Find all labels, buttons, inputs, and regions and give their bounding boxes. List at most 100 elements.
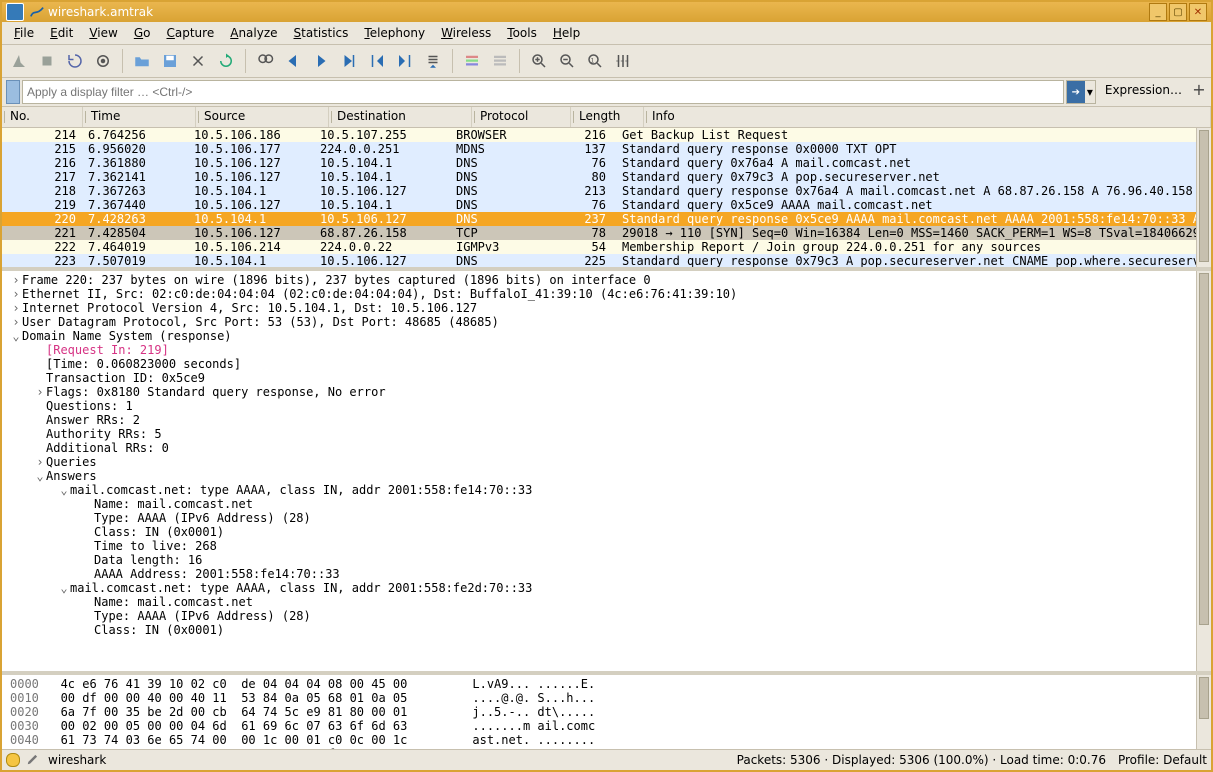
detail-line[interactable]: Class: IN (0x0001) [6, 623, 1211, 637]
menu-edit[interactable]: Edit [42, 24, 81, 42]
save-file-icon[interactable] [157, 48, 183, 74]
detail-line[interactable]: Data length: 16 [6, 553, 1211, 567]
menu-statistics[interactable]: Statistics [286, 24, 357, 42]
minimize-button[interactable]: _ [1149, 3, 1167, 21]
close-file-icon[interactable] [185, 48, 211, 74]
packet-row[interactable]: 2187.36726310.5.104.110.5.106.127DNS213S… [2, 184, 1211, 198]
detail-line[interactable]: AAAA Address: 2001:558:fe14:70::33 [6, 567, 1211, 581]
restore-icon[interactable] [6, 3, 24, 21]
detail-line[interactable]: Answer RRs: 2 [6, 413, 1211, 427]
disclosure-icon[interactable]: › [10, 301, 22, 315]
zoom-in-icon[interactable] [526, 48, 552, 74]
detail-line[interactable]: Time to live: 268 [6, 539, 1211, 553]
shark-fin-icon[interactable] [6, 48, 32, 74]
disclosure-icon[interactable]: › [34, 385, 46, 399]
add-filter-button[interactable]: + [1191, 80, 1207, 104]
detail-line[interactable]: ›Flags: 0x8180 Standard query response, … [6, 385, 1211, 399]
menu-wireless[interactable]: Wireless [433, 24, 499, 42]
packet-row[interactable]: 2227.46401910.5.106.214224.0.0.22IGMPv35… [2, 240, 1211, 254]
detail-line[interactable]: ›Internet Protocol Version 4, Src: 10.5.… [6, 301, 1211, 315]
hex-line[interactable]: 0010 00 df 00 00 40 00 40 11 53 84 0a 05… [10, 691, 1203, 705]
find-packet-icon[interactable] [252, 48, 278, 74]
colorize-icon[interactable] [459, 48, 485, 74]
details-scrollbar[interactable] [1196, 271, 1211, 671]
col-header-protocol[interactable]: Protocol [472, 107, 571, 127]
hex-line[interactable]: 0040 61 73 74 03 6e 65 74 00 00 1c 00 01… [10, 733, 1203, 747]
go-to-packet-icon[interactable] [336, 48, 362, 74]
detail-line[interactable]: ›User Datagram Protocol, Src Port: 53 (5… [6, 315, 1211, 329]
detail-line[interactable]: ⌄mail.comcast.net: type AAAA, class IN, … [6, 581, 1211, 595]
go-forward-icon[interactable] [308, 48, 334, 74]
detail-line[interactable]: Class: IN (0x0001) [6, 525, 1211, 539]
detail-line[interactable]: ⌄mail.comcast.net: type AAAA, class IN, … [6, 483, 1211, 497]
detail-line[interactable]: Name: mail.comcast.net [6, 595, 1211, 609]
detail-line[interactable]: Type: AAAA (IPv6 Address) (28) [6, 609, 1211, 623]
packet-row[interactable]: 2207.42826310.5.104.110.5.106.127DNS237S… [2, 212, 1211, 226]
hex-line[interactable]: 0000 4c e6 76 41 39 10 02 c0 de 04 04 04… [10, 677, 1203, 691]
packet-row[interactable]: 2217.42850410.5.106.12768.87.26.158TCP78… [2, 226, 1211, 240]
packet-row[interactable]: 2197.36744010.5.106.12710.5.104.1DNS76St… [2, 198, 1211, 212]
menu-telephony[interactable]: Telephony [356, 24, 433, 42]
reload-icon[interactable] [213, 48, 239, 74]
restart-capture-icon[interactable] [62, 48, 88, 74]
stop-capture-icon[interactable] [34, 48, 60, 74]
packet-row[interactable]: 2237.50701910.5.104.110.5.106.127DNS225S… [2, 254, 1211, 267]
hex-line[interactable]: 0030 00 02 00 05 00 00 04 6d 61 69 6c 07… [10, 719, 1203, 733]
detail-line[interactable]: Authority RRs: 5 [6, 427, 1211, 441]
detail-line[interactable]: Additional RRs: 0 [6, 441, 1211, 455]
filter-bookmark-icon[interactable] [6, 80, 20, 104]
close-button[interactable]: ✕ [1189, 3, 1207, 21]
detail-line[interactable]: [Time: 0.060823000 seconds] [6, 357, 1211, 371]
capture-options-icon[interactable] [90, 48, 116, 74]
packet-row[interactable]: 2177.36214110.5.106.12710.5.104.1DNS80St… [2, 170, 1211, 184]
menu-tools[interactable]: Tools [499, 24, 545, 42]
no-colorize-icon[interactable] [487, 48, 513, 74]
col-header-source[interactable]: Source [196, 107, 329, 127]
packet-row[interactable]: 2156.95602010.5.106.177224.0.0.251MDNS13… [2, 142, 1211, 156]
detail-line[interactable]: ⌄Answers [6, 469, 1211, 483]
resize-columns-icon[interactable] [610, 48, 636, 74]
menu-capture[interactable]: Capture [158, 24, 222, 42]
detail-line[interactable]: Type: AAAA (IPv6 Address) (28) [6, 511, 1211, 525]
packet-list-scrollbar[interactable] [1196, 128, 1211, 267]
disclosure-icon[interactable]: › [10, 315, 22, 329]
edit-icon[interactable] [26, 752, 40, 769]
menu-help[interactable]: Help [545, 24, 588, 42]
detail-line[interactable]: ›Queries [6, 455, 1211, 469]
col-header-destination[interactable]: Destination [329, 107, 472, 127]
packet-row[interactable]: 2167.36188010.5.106.12710.5.104.1DNS76St… [2, 156, 1211, 170]
zoom-out-icon[interactable] [554, 48, 580, 74]
status-profile[interactable]: Profile: Default [1118, 753, 1207, 767]
packet-list-body[interactable]: 2146.76425610.5.106.18610.5.107.255BROWS… [2, 128, 1211, 267]
packet-row[interactable]: 2146.76425610.5.106.18610.5.107.255BROWS… [2, 128, 1211, 142]
disclosure-icon[interactable]: ⌄ [10, 329, 22, 343]
open-file-icon[interactable] [129, 48, 155, 74]
detail-line[interactable]: Transaction ID: 0x5ce9 [6, 371, 1211, 385]
menu-go[interactable]: Go [126, 24, 159, 42]
detail-line[interactable]: Name: mail.comcast.net [6, 497, 1211, 511]
detail-line[interactable]: ›Ethernet II, Src: 02:c0:de:04:04:04 (02… [6, 287, 1211, 301]
col-header-length[interactable]: Length [571, 107, 644, 127]
display-filter-input[interactable] [22, 80, 1064, 104]
packet-details-pane[interactable]: ›Frame 220: 237 bytes on wire (1896 bits… [2, 271, 1211, 675]
col-header-info[interactable]: Info [644, 107, 1211, 127]
menu-analyze[interactable]: Analyze [222, 24, 285, 42]
detail-line[interactable]: ⌄Domain Name System (response) [6, 329, 1211, 343]
disclosure-icon[interactable]: ⌄ [34, 469, 46, 483]
bytes-scrollbar[interactable] [1196, 675, 1211, 749]
go-first-icon[interactable] [364, 48, 390, 74]
packet-list-header[interactable]: No. Time Source Destination Protocol Len… [2, 107, 1211, 128]
disclosure-icon[interactable]: › [10, 273, 22, 287]
col-header-no[interactable]: No. [2, 107, 83, 127]
disclosure-icon[interactable]: ⌄ [58, 483, 70, 497]
zoom-reset-icon[interactable]: 1 [582, 48, 608, 74]
disclosure-icon[interactable]: › [34, 455, 46, 469]
expert-info-icon[interactable] [6, 753, 20, 767]
detail-line[interactable]: Questions: 1 [6, 399, 1211, 413]
hex-line[interactable]: 0020 6a 7f 00 35 be 2d 00 cb 64 74 5c e9… [10, 705, 1203, 719]
filter-apply-button[interactable]: ➔▾ [1066, 80, 1096, 104]
auto-scroll-icon[interactable] [420, 48, 446, 74]
menu-file[interactable]: File [6, 24, 42, 42]
maximize-button[interactable]: ▢ [1169, 3, 1187, 21]
go-last-icon[interactable] [392, 48, 418, 74]
